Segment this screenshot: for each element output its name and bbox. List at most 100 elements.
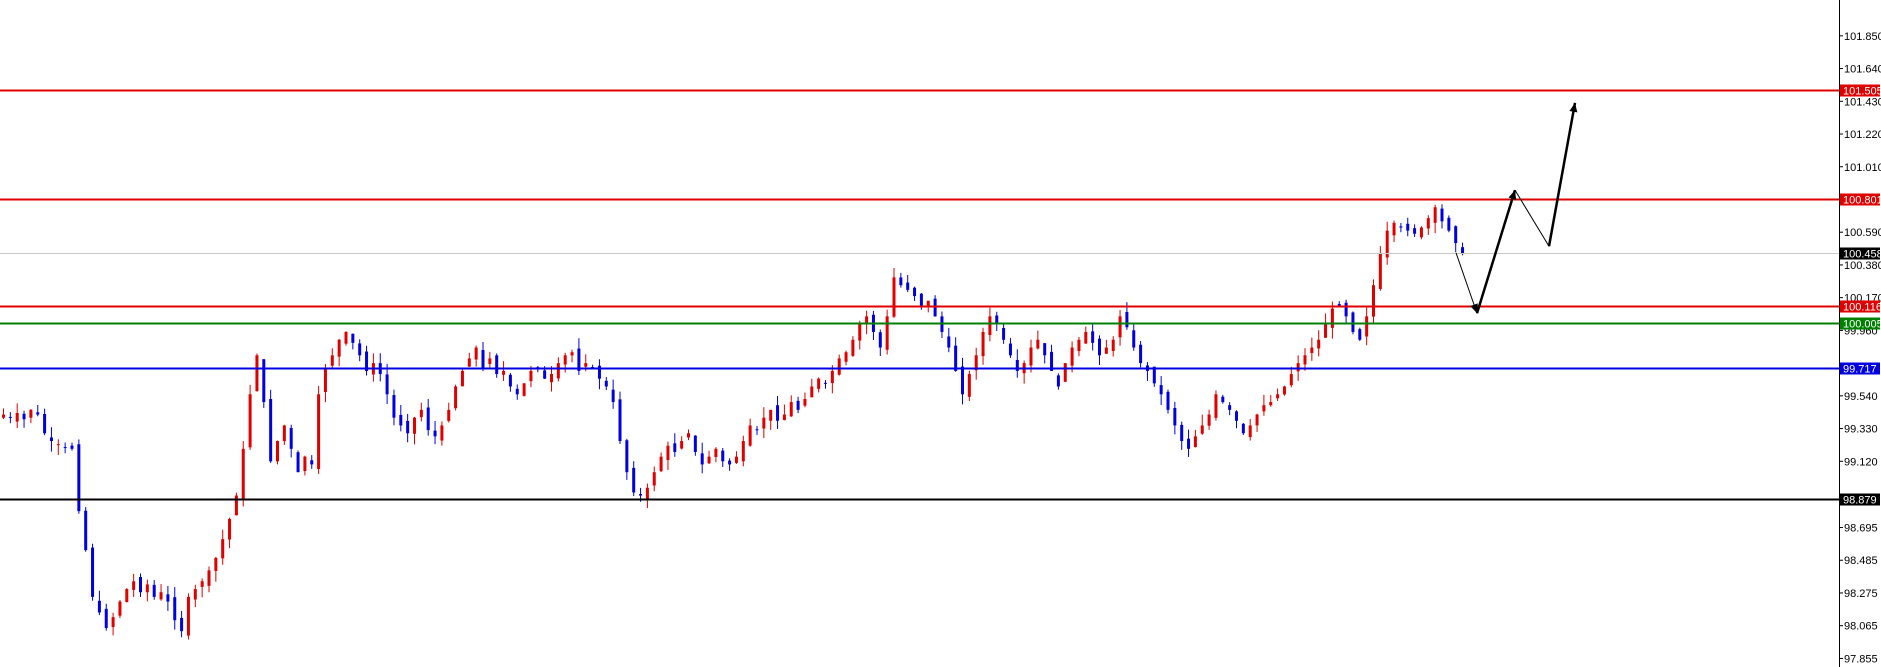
- candle: [824, 380, 827, 389]
- candle: [632, 461, 636, 497]
- candle: [221, 529, 225, 565]
- candle: [337, 338, 341, 367]
- tick-label: 101.850: [1844, 31, 1881, 43]
- tick-label: 98.695: [1844, 523, 1878, 535]
- candle: [1159, 376, 1163, 406]
- candle: [104, 603, 108, 631]
- candle: [1440, 204, 1444, 229]
- candle: [125, 588, 129, 603]
- candle: [611, 379, 615, 409]
- tick-label: 98.485: [1844, 555, 1878, 567]
- candle: [707, 450, 711, 464]
- candle: [755, 425, 759, 435]
- candle: [2, 408, 5, 420]
- candle: [166, 585, 170, 611]
- candle: [810, 378, 814, 398]
- candle: [488, 351, 492, 369]
- level-label: 99.717: [1843, 364, 1877, 376]
- candle: [1180, 421, 1184, 450]
- candle: [714, 447, 718, 463]
- arrow-head: [1508, 190, 1517, 200]
- candle: [296, 450, 300, 473]
- candle: [454, 384, 458, 411]
- candle: [1454, 225, 1458, 253]
- candle: [1152, 366, 1156, 387]
- candle: [1447, 215, 1451, 233]
- candle: [570, 349, 574, 363]
- level-label: 100.801: [1843, 195, 1881, 207]
- candle: [1426, 215, 1430, 235]
- candle: [214, 556, 218, 582]
- candle: [460, 367, 464, 387]
- candle: [1056, 373, 1060, 390]
- candle: [1200, 414, 1204, 435]
- candle: [1317, 330, 1321, 357]
- candle: [406, 413, 410, 443]
- level-label: 100.116: [1843, 302, 1881, 314]
- candle: [604, 376, 608, 390]
- candle: [851, 336, 855, 357]
- tick-label: 98.275: [1844, 588, 1878, 600]
- candle: [1372, 279, 1375, 325]
- candle: [508, 373, 512, 392]
- candle: [687, 429, 690, 441]
- candle: [803, 392, 807, 408]
- candle: [680, 436, 684, 450]
- candle: [152, 580, 156, 600]
- candle: [1111, 336, 1115, 357]
- candle: [317, 386, 321, 474]
- candle: [1063, 362, 1067, 383]
- candle: [782, 404, 786, 421]
- candle: [550, 366, 553, 392]
- candle: [22, 410, 26, 428]
- candle: [467, 352, 471, 367]
- candle: [1036, 330, 1040, 350]
- candle: [762, 407, 766, 439]
- candle: [371, 353, 375, 382]
- candle: [1098, 335, 1101, 365]
- candle: [399, 404, 403, 432]
- candle: [1406, 217, 1410, 237]
- candle: [207, 566, 211, 593]
- candle: [1303, 348, 1307, 371]
- candle: [967, 370, 971, 402]
- candle: [495, 353, 499, 378]
- projection-arrows-layer: [1455, 102, 1578, 314]
- candle: [1255, 413, 1259, 432]
- tick-label: 101.010: [1844, 162, 1881, 174]
- candle: [1043, 343, 1047, 364]
- candle: [940, 311, 944, 338]
- candle: [563, 352, 567, 373]
- candle: [180, 610, 184, 638]
- candle: [899, 272, 903, 288]
- price-chart: 101.850 101.640 101.430 101.220 101.010 100.5…: [0, 0, 1881, 667]
- candle: [310, 455, 314, 469]
- candle: [721, 447, 725, 467]
- candle: [56, 439, 60, 456]
- candle: [1077, 336, 1081, 357]
- candle: [865, 310, 869, 335]
- candle: [200, 578, 204, 598]
- arrow-head: [1569, 102, 1578, 113]
- tick-label: 99.120: [1844, 456, 1878, 468]
- candle: [378, 353, 382, 382]
- candle: [84, 507, 88, 552]
- candle: [1385, 221, 1389, 265]
- candle: [1419, 226, 1423, 240]
- tick-label: 100.380: [1844, 260, 1881, 272]
- projection-segment: [1455, 252, 1478, 314]
- candle: [77, 439, 81, 514]
- candle: [1187, 429, 1191, 457]
- candle: [741, 435, 745, 467]
- candle: [282, 424, 286, 446]
- tick-label: 100.590: [1844, 227, 1881, 239]
- candle: [1269, 395, 1273, 407]
- candle: [597, 359, 601, 390]
- candle: [8, 412, 12, 424]
- tick-label: 101.640: [1844, 64, 1881, 76]
- candle: [392, 389, 396, 426]
- candle: [659, 452, 663, 473]
- candle: [1289, 366, 1293, 388]
- candle: [1104, 339, 1108, 354]
- candle: [1050, 344, 1054, 371]
